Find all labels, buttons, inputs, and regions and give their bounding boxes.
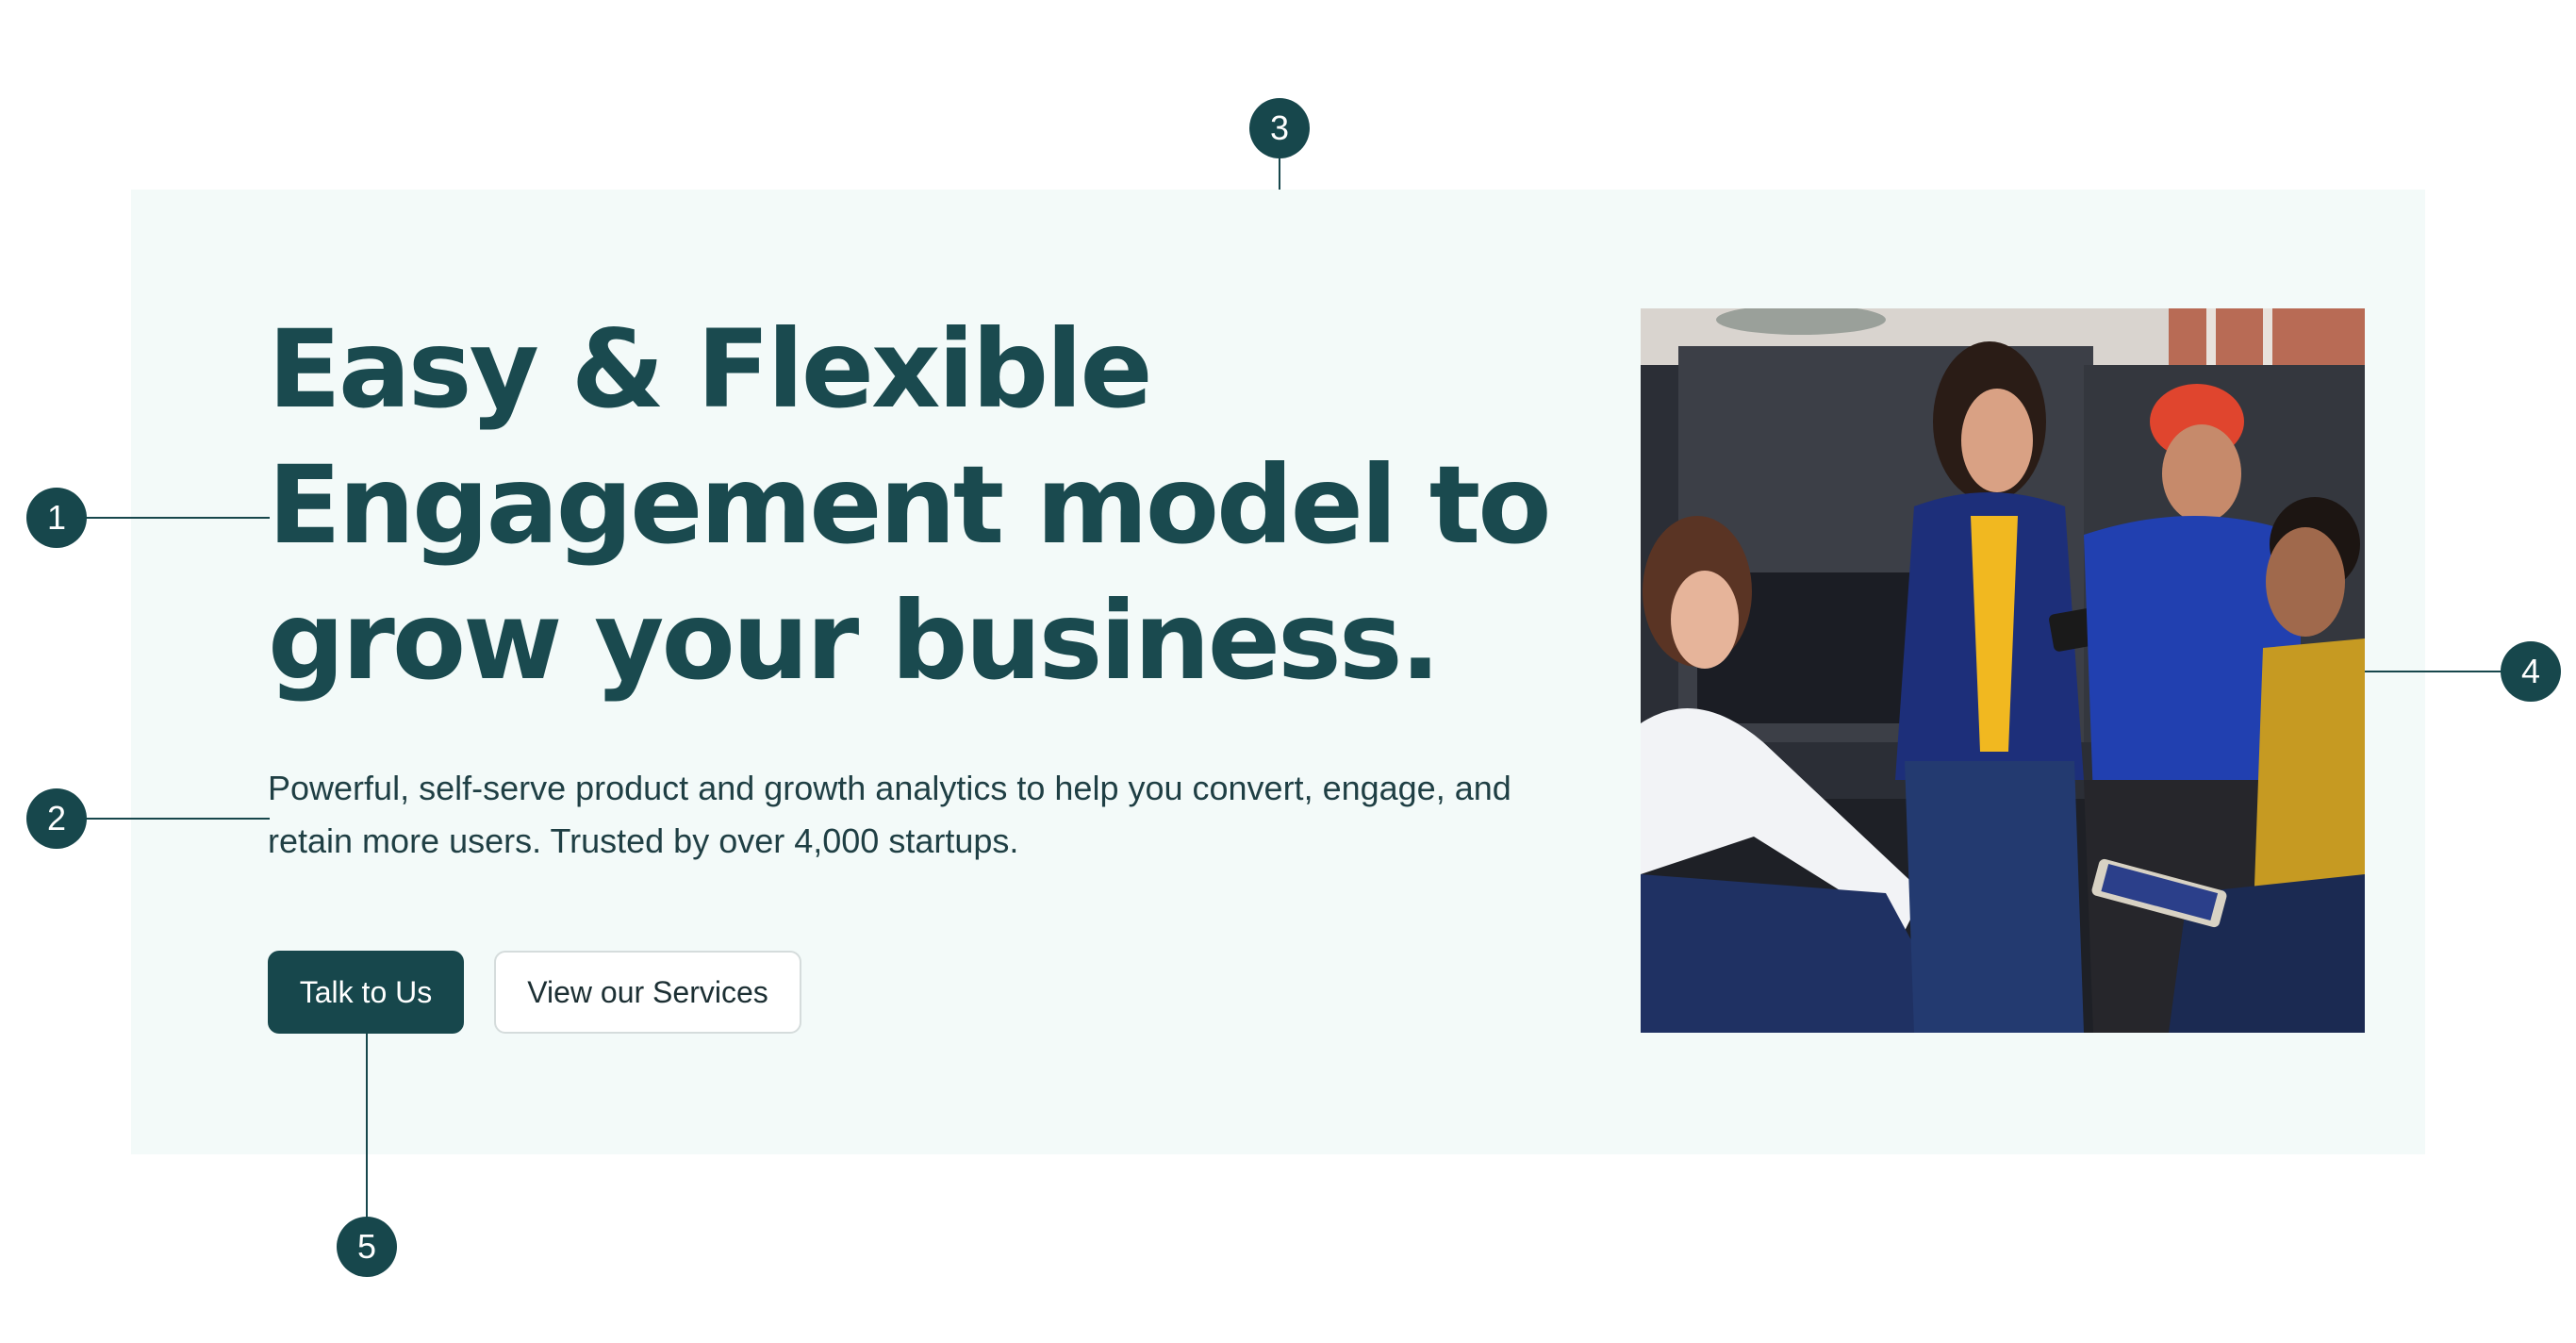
- team-photo-icon: [1641, 308, 2365, 1033]
- annotation-3-marker: 3: [1249, 98, 1310, 158]
- subtext-line-2: retain more users. Trusted by over 4,000…: [268, 821, 1019, 860]
- subtext-line-1: Powerful, self-serve product and growth …: [268, 769, 1511, 807]
- annotation-4-marker: 4: [2501, 641, 2561, 702]
- headline-line-2: Engagement model to: [268, 442, 1552, 568]
- annotation-5-line: [366, 1034, 368, 1219]
- annotation-1-line: [85, 517, 270, 519]
- hero-headline: Easy & Flexible Engagement model to grow…: [268, 302, 1552, 709]
- annotation-5-marker: 5: [337, 1217, 397, 1277]
- annotation-1-marker: 1: [26, 488, 87, 548]
- talk-to-us-button[interactable]: Talk to Us: [268, 951, 464, 1034]
- hero-subtext: Powerful, self-serve product and growth …: [268, 762, 1512, 868]
- view-services-button[interactable]: View our Services: [494, 951, 801, 1034]
- annotation-3-line: [1279, 158, 1280, 190]
- team-photo: [1641, 308, 2365, 1033]
- annotation-2-line: [85, 818, 270, 820]
- annotated-screenshot: Easy & Flexible Engagement model to grow…: [0, 0, 2576, 1343]
- annotation-2-marker: 2: [26, 788, 87, 849]
- annotation-4-line: [2365, 671, 2502, 672]
- headline-line-1: Easy & Flexible: [268, 307, 1153, 432]
- headline-line-3: grow your business.: [268, 578, 1441, 704]
